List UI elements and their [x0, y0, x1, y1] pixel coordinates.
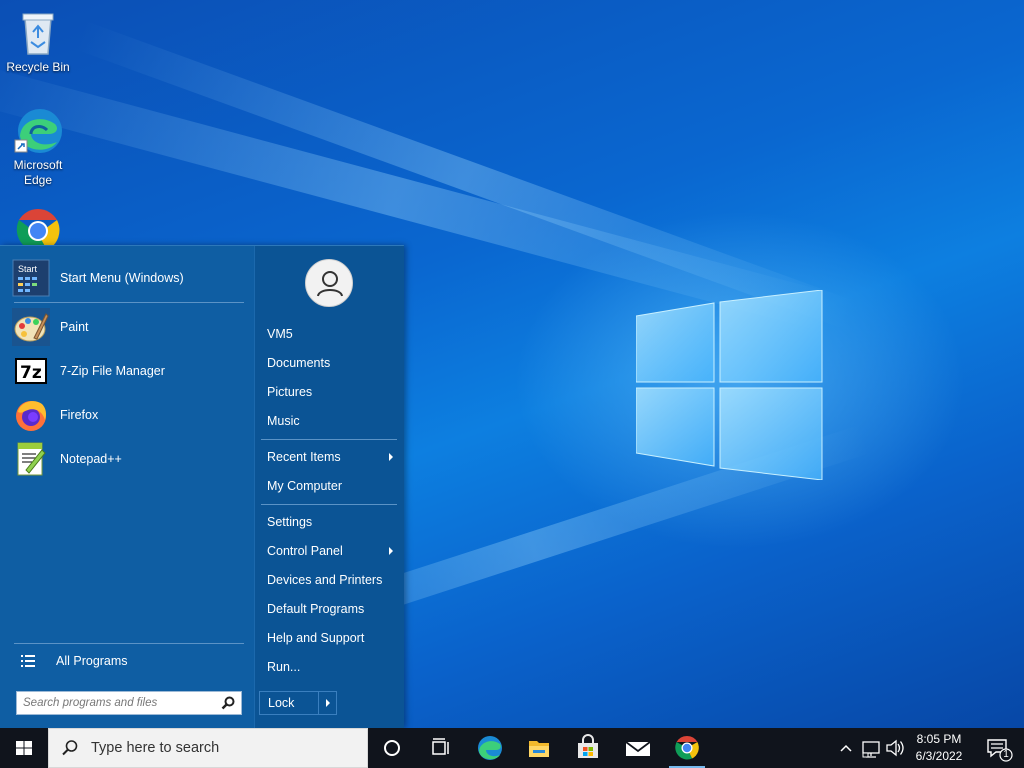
clock-time: 8:05 PM: [916, 732, 962, 746]
default-programs-item[interactable]: Default Programs: [261, 596, 399, 622]
help-support-item[interactable]: Help and Support: [261, 625, 399, 651]
program-label: 7-Zip File Manager: [60, 364, 165, 378]
separator: [14, 643, 244, 644]
paint-icon: [12, 308, 50, 346]
network-icon[interactable]: [860, 728, 882, 768]
lock-options-arrow[interactable]: [318, 692, 336, 714]
start-menu: Start Start Menu (Windows) Paint 7z 7-Zi…: [0, 245, 404, 729]
all-programs-button[interactable]: All Programs: [14, 647, 246, 675]
separator: [261, 504, 397, 505]
program-search-input[interactable]: [17, 693, 221, 713]
edge-icon: [13, 106, 63, 156]
separator: [261, 439, 397, 440]
desktop-icon-microsoft-edge[interactable]: Microsoft Edge: [0, 106, 76, 188]
program-search-box[interactable]: [16, 691, 242, 715]
program-label: Paint: [60, 320, 89, 334]
user-avatar[interactable]: [305, 259, 353, 307]
documents-item[interactable]: Documents: [261, 350, 399, 376]
program-label: Start Menu (Windows): [60, 271, 184, 285]
volume-icon[interactable]: [884, 728, 906, 768]
chrome-icon[interactable]: [663, 728, 711, 768]
store-icon[interactable]: [564, 728, 612, 768]
file-explorer-icon[interactable]: [515, 728, 563, 768]
recent-items-label: Recent Items: [267, 450, 341, 464]
taskbar: Type here to search 8:05 PM 6/3/2022 1: [0, 728, 1024, 768]
user-name-label: VM5: [267, 327, 293, 341]
music-label: Music: [267, 414, 300, 428]
mail-icon[interactable]: [614, 728, 662, 768]
recent-items-item[interactable]: Recent Items: [261, 444, 399, 470]
lock-label: Lock: [268, 696, 295, 710]
clock-date: 6/3/2022: [915, 749, 963, 763]
notification-count-badge: 1: [1003, 749, 1009, 760]
pictures-label: Pictures: [267, 385, 313, 399]
my-computer-label: My Computer: [267, 479, 343, 493]
recycle-bin-icon: [13, 8, 63, 58]
devices-label: Devices and Printers: [267, 573, 383, 587]
settings-item[interactable]: Settings: [261, 509, 399, 535]
settings-label: Settings: [267, 515, 313, 529]
control-panel-item[interactable]: Control Panel: [261, 538, 399, 564]
desktop-icon-label: Recycle Bin: [6, 60, 70, 74]
start-menu-icon: Start: [12, 259, 50, 297]
control-panel-label: Control Panel: [267, 544, 343, 558]
task-view-icon[interactable]: [416, 728, 464, 768]
windows-logo-wallpaper: [636, 290, 823, 480]
pinned-notepadpp[interactable]: Notepad++: [12, 439, 248, 479]
pinned-7zip[interactable]: 7z 7-Zip File Manager: [12, 351, 248, 391]
run-item[interactable]: Run...: [261, 654, 399, 680]
pictures-item[interactable]: Pictures: [261, 379, 399, 405]
run-label: Run...: [267, 660, 301, 674]
clock[interactable]: 8:05 PM 6/3/2022: [906, 731, 972, 765]
list-icon: [21, 655, 35, 667]
taskbar-search-placeholder: Type here to search: [91, 740, 220, 756]
notepadpp-icon: [12, 440, 50, 478]
submenu-arrow-icon: [389, 453, 393, 461]
pinned-paint[interactable]: Paint: [12, 307, 248, 347]
edge-icon[interactable]: [466, 728, 514, 768]
devices-printers-item[interactable]: Devices and Printers: [261, 567, 399, 593]
search-icon: [62, 740, 78, 756]
user-name-item[interactable]: VM5: [261, 321, 399, 347]
windows-start-icon: [16, 741, 32, 755]
my-computer-item[interactable]: My Computer: [261, 473, 399, 499]
pinned-firefox[interactable]: Firefox: [12, 395, 248, 435]
firefox-icon: [12, 396, 50, 434]
program-label: Notepad++: [60, 452, 122, 466]
show-hidden-icons-chevron-icon[interactable]: [836, 728, 856, 768]
search-icon[interactable]: [221, 696, 235, 710]
default-programs-label: Default Programs: [267, 602, 365, 616]
pinned-start-menu-windows[interactable]: Start Start Menu (Windows): [12, 258, 248, 298]
lock-button[interactable]: Lock: [259, 691, 337, 715]
cortana-icon[interactable]: [368, 728, 416, 768]
documents-label: Documents: [267, 356, 331, 370]
program-label: Firefox: [60, 408, 99, 422]
help-label: Help and Support: [267, 631, 365, 645]
user-icon: [317, 271, 343, 297]
svg-text:7z: 7z: [20, 363, 42, 383]
svg-text:Start: Start: [18, 264, 38, 274]
submenu-arrow-icon: [389, 547, 393, 555]
desktop-icon-recycle-bin[interactable]: Recycle Bin: [0, 8, 76, 75]
start-menu-programs-pane: Start Start Menu (Windows) Paint 7z 7-Zi…: [0, 246, 254, 729]
music-item[interactable]: Music: [261, 408, 399, 434]
all-programs-label: All Programs: [56, 654, 128, 668]
desktop-icon-label: Microsoft Edge: [13, 158, 63, 187]
start-menu-places-pane: VM5 Documents Pictures Music Recent Item…: [254, 246, 404, 729]
separator: [14, 302, 244, 303]
start-button[interactable]: [0, 728, 48, 768]
taskbar-search-box[interactable]: Type here to search: [48, 728, 368, 768]
action-center-icon[interactable]: 1: [978, 728, 1018, 768]
7zip-icon: 7z: [12, 352, 50, 390]
